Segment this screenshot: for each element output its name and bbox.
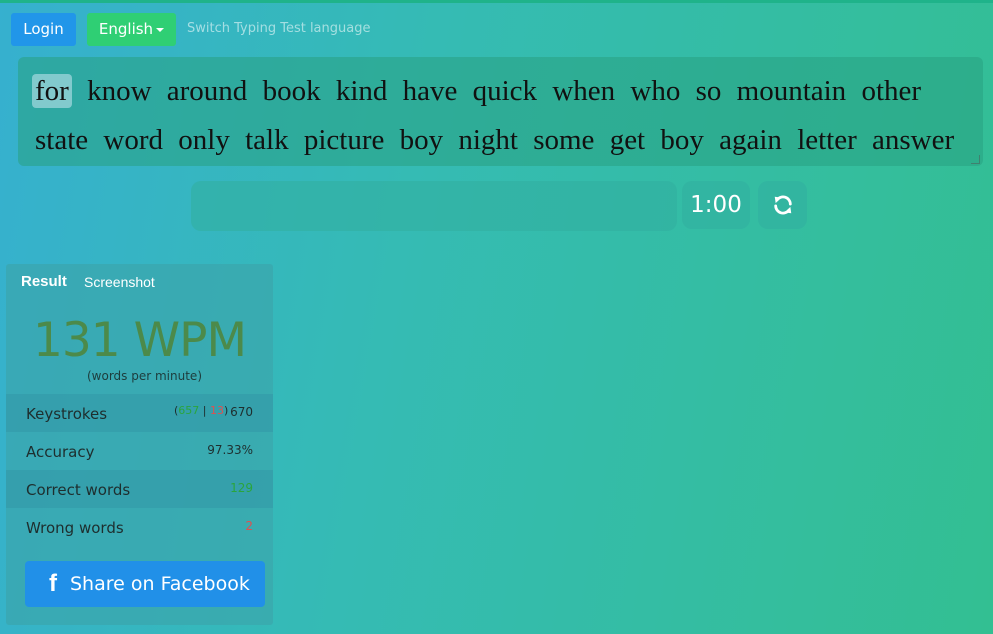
word: word <box>103 124 164 156</box>
accuracy-value: 97.33% <box>207 443 253 457</box>
word: state <box>35 124 89 156</box>
language-hint: Switch Typing Test language <box>187 21 371 36</box>
word: talk <box>245 124 289 156</box>
refresh-icon <box>773 195 792 215</box>
word: answer <box>872 124 955 156</box>
timer: 1:00 <box>682 181 750 229</box>
word: book <box>262 75 321 107</box>
word: picture <box>303 124 385 156</box>
wpm-caption: (words per minute) <box>87 369 202 383</box>
word: boy <box>399 124 444 156</box>
word: around <box>166 75 248 107</box>
wrong-words-value: 2 <box>245 519 253 533</box>
keystrokes-label: Keystrokes <box>26 405 108 423</box>
share-facebook-button[interactable]: f Share on Facebook <box>25 561 265 607</box>
tab-screenshot[interactable]: Screenshot <box>84 274 155 290</box>
word: get <box>609 124 646 156</box>
wrong-words-label: Wrong words <box>26 519 124 537</box>
correct-words-value: 129 <box>230 481 253 495</box>
word: kind <box>335 75 388 107</box>
word: quick <box>472 75 538 107</box>
typing-input[interactable] <box>191 181 677 231</box>
keystrokes-wrong: 13 <box>210 404 224 417</box>
word: have <box>402 75 458 107</box>
accuracy-label: Accuracy <box>26 443 95 461</box>
word: only <box>178 124 230 156</box>
word: boy <box>660 124 704 156</box>
correct-words-row: Correct words 129 <box>6 470 273 508</box>
wrong-words-row: Wrong words 2 <box>6 508 273 546</box>
word: other <box>861 75 922 107</box>
word: again <box>719 124 782 156</box>
keystrokes-row: Keystrokes (657 | 13) 670 <box>6 394 273 432</box>
language-label: English <box>98 20 154 38</box>
facebook-icon: f <box>49 570 57 597</box>
keystrokes-correct: 657 <box>178 404 200 417</box>
tab-result[interactable]: Result <box>21 273 67 290</box>
keystrokes-total: 670 <box>230 405 253 419</box>
resize-grip-icon[interactable] <box>971 155 980 164</box>
caret-down-icon <box>156 27 165 32</box>
accuracy-row: Accuracy 97.33% <box>6 432 273 470</box>
word: some <box>533 124 595 156</box>
word: night <box>458 124 518 156</box>
reload-button[interactable] <box>758 181 807 229</box>
result-panel: Result Screenshot 131 WPM (words per min… <box>6 264 273 625</box>
wpm-value: 131 WPM <box>32 313 247 368</box>
share-facebook-label: Share on Facebook <box>70 573 250 595</box>
word: when <box>552 75 616 107</box>
word: know <box>87 75 152 107</box>
correct-words-label: Correct words <box>26 481 131 499</box>
top-accent-line <box>0 0 993 3</box>
language-dropdown-button[interactable]: English <box>87 13 176 46</box>
word: so <box>695 75 722 107</box>
login-button[interactable]: Login <box>11 13 76 46</box>
keystrokes-breakdown: (657 | 13) <box>174 404 229 417</box>
word: mountain <box>736 75 847 107</box>
word: who <box>630 75 681 107</box>
words-display: for know around book kind have quick whe… <box>18 57 983 166</box>
current-word: for <box>32 74 72 108</box>
word: letter <box>797 124 857 156</box>
